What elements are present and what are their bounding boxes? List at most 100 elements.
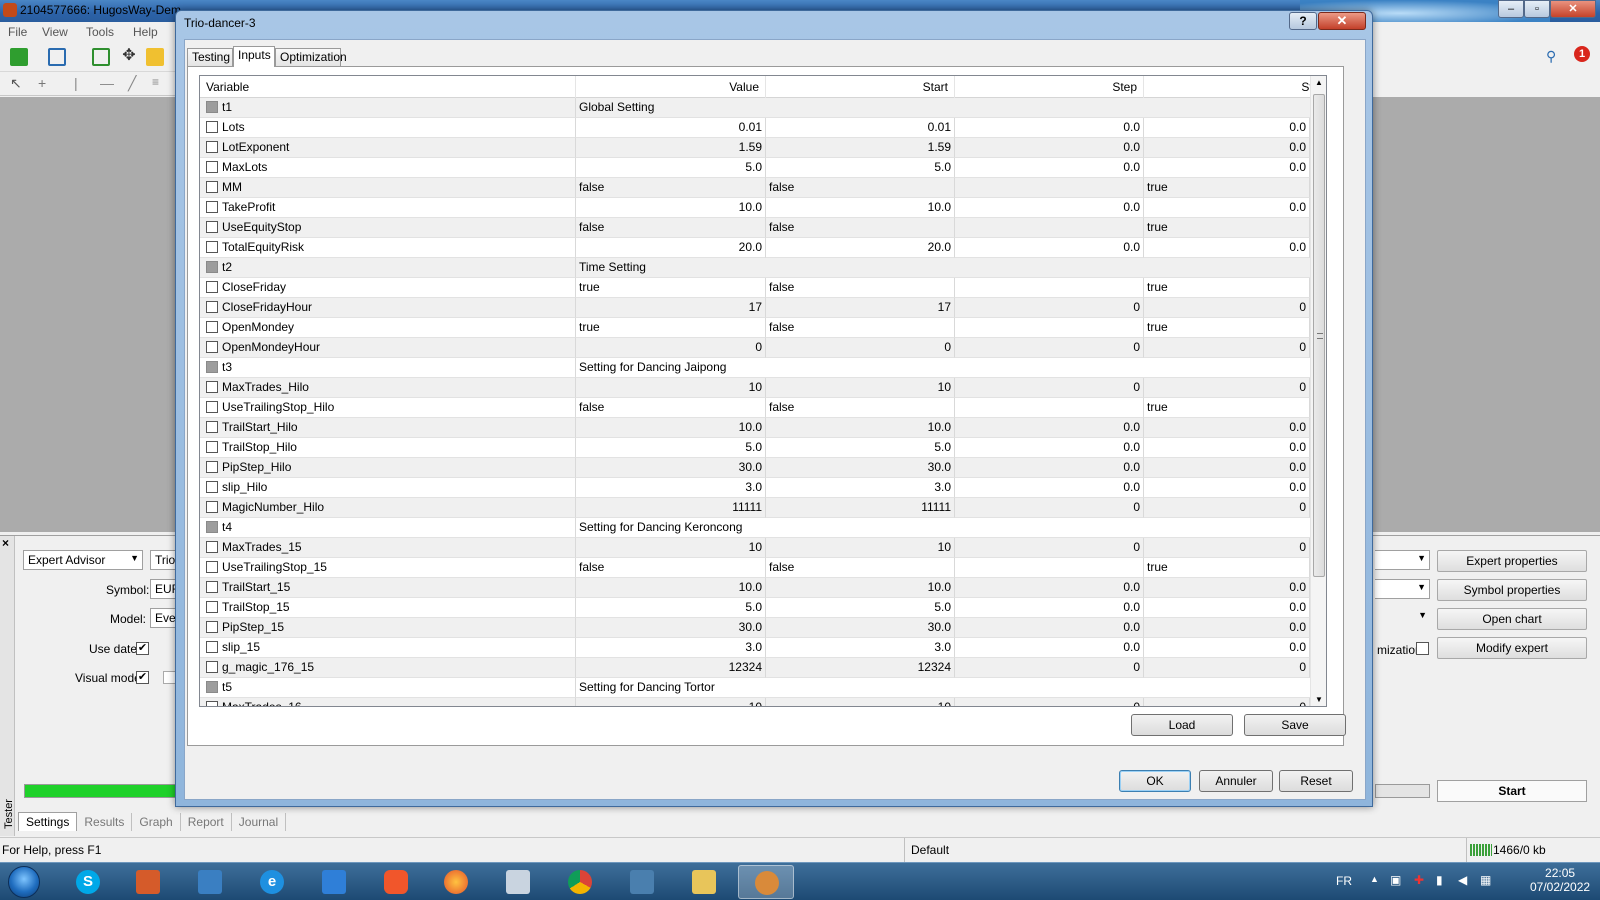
- optimization-checkbox[interactable]: [1416, 642, 1429, 655]
- cell-value[interactable]: 11111: [576, 498, 766, 518]
- maximize-button[interactable]: ▫: [1524, 0, 1550, 18]
- security-icon[interactable]: ✚: [1414, 873, 1424, 887]
- grid-scrollbar[interactable]: ▲ ▼: [1310, 76, 1326, 706]
- optimize-checkbox[interactable]: [206, 521, 218, 533]
- cell-step[interactable]: [955, 318, 1144, 338]
- optimize-checkbox[interactable]: [206, 441, 218, 453]
- optimize-checkbox[interactable]: [206, 241, 218, 253]
- cell-stop[interactable]: 0: [1144, 658, 1310, 678]
- tray-apps-icon[interactable]: ▣: [1390, 873, 1401, 887]
- scroll-up-icon[interactable]: ▲: [1315, 78, 1323, 87]
- cell-start[interactable]: 10.0: [766, 198, 955, 218]
- cancel-button[interactable]: Annuler: [1199, 770, 1273, 792]
- firefox-browser-icon[interactable]: [428, 865, 484, 899]
- table-row[interactable]: MagicNumber_Hilo 11111 11111 0 0: [200, 498, 1310, 518]
- cell-stop[interactable]: 0.0: [1144, 118, 1310, 138]
- cell-stop[interactable]: true: [1144, 558, 1310, 578]
- cell-step[interactable]: 0.0: [955, 198, 1144, 218]
- cursor-icon[interactable]: ↖: [10, 75, 28, 93]
- cell-value[interactable]: Setting for Dancing Keroncong: [576, 518, 1310, 538]
- column-header-stop[interactable]: Stop: [1144, 76, 1326, 98]
- cell-stop[interactable]: 0: [1144, 498, 1310, 518]
- cell-start[interactable]: 3.0: [766, 638, 955, 658]
- table-row[interactable]: LotExponent 1.59 1.59 0.0 0.0: [200, 138, 1310, 158]
- table-row[interactable]: TrailStart_Hilo 10.0 10.0 0.0 0.0: [200, 418, 1310, 438]
- crosshair-move-icon[interactable]: ✥: [120, 48, 138, 66]
- optimize-checkbox[interactable]: [206, 161, 218, 173]
- cell-value[interactable]: 0: [576, 338, 766, 358]
- table-row[interactable]: OpenMondeyHour 0 0 0 0: [200, 338, 1310, 358]
- column-header-step[interactable]: Step: [955, 76, 1144, 98]
- table-row[interactable]: UseEquityStop false false true: [200, 218, 1310, 238]
- cell-start[interactable]: false: [766, 398, 955, 418]
- start-button[interactable]: Start: [1437, 780, 1587, 802]
- network-icon[interactable]: ▮: [1436, 873, 1443, 887]
- skype-app-icon[interactable]: S: [60, 865, 116, 899]
- cell-value[interactable]: 30.0: [576, 618, 766, 638]
- cell-start[interactable]: 10.0: [766, 578, 955, 598]
- cell-step[interactable]: 0.0: [955, 238, 1144, 258]
- cell-start[interactable]: 1.59: [766, 138, 955, 158]
- cell-stop[interactable]: 0: [1144, 698, 1310, 706]
- cell-step[interactable]: 0: [955, 658, 1144, 678]
- cell-stop[interactable]: 0.0: [1144, 578, 1310, 598]
- expert-name-select[interactable]: Trio-: [150, 550, 179, 570]
- cell-stop[interactable]: true: [1144, 218, 1310, 238]
- cell-stop[interactable]: 0.0: [1144, 438, 1310, 458]
- visual-mode-checkbox[interactable]: ✔: [136, 671, 149, 684]
- table-row[interactable]: CloseFriday true false true: [200, 278, 1310, 298]
- cell-step[interactable]: [955, 398, 1144, 418]
- cell-start[interactable]: 17: [766, 298, 955, 318]
- cell-stop[interactable]: 0.0: [1144, 618, 1310, 638]
- ok-button[interactable]: OK: [1119, 770, 1191, 792]
- cell-start[interactable]: 30.0: [766, 458, 955, 478]
- tab-inputs[interactable]: Inputs: [233, 46, 275, 67]
- photos-app-icon[interactable]: [306, 865, 362, 899]
- cell-step[interactable]: 0.0: [955, 638, 1144, 658]
- cell-value[interactable]: 10: [576, 538, 766, 558]
- tray-expand-icon[interactable]: ▲: [1370, 874, 1379, 884]
- cell-step[interactable]: [955, 278, 1144, 298]
- cell-value[interactable]: 3.0: [576, 478, 766, 498]
- modify-expert-button[interactable]: Modify expert: [1437, 637, 1587, 659]
- cell-start[interactable]: 5.0: [766, 158, 955, 178]
- cell-value[interactable]: true: [576, 318, 766, 338]
- optimize-checkbox[interactable]: [206, 181, 218, 193]
- cell-value[interactable]: false: [576, 558, 766, 578]
- tab-optimization[interactable]: Optimization: [275, 48, 347, 66]
- table-row[interactable]: t4 Setting for Dancing Keroncong: [200, 518, 1310, 538]
- table-row[interactable]: MaxTrades_16 10 10 0 0: [200, 698, 1310, 706]
- menu-tools[interactable]: Tools: [86, 25, 114, 39]
- table-row[interactable]: slip_15 3.0 3.0 0.0 0.0: [200, 638, 1310, 658]
- brave-browser-icon[interactable]: [368, 865, 424, 899]
- column-header-variable[interactable]: Variable: [200, 76, 576, 98]
- cell-stop[interactable]: 0: [1144, 538, 1310, 558]
- clock[interactable]: 22:05 07/02/2022: [1530, 866, 1590, 894]
- cell-stop[interactable]: 0: [1144, 338, 1310, 358]
- optimize-checkbox[interactable]: [206, 341, 218, 353]
- cell-start[interactable]: 3.0: [766, 478, 955, 498]
- cell-stop[interactable]: 0.0: [1144, 138, 1310, 158]
- screen-app-icon[interactable]: [614, 865, 670, 899]
- cell-stop[interactable]: 0.0: [1144, 638, 1310, 658]
- notification-badge[interactable]: 1: [1574, 46, 1590, 62]
- period-select[interactable]: ▼: [1375, 550, 1430, 570]
- horizontal-line-icon[interactable]: —: [100, 75, 118, 93]
- table-row[interactable]: MaxTrades_15 10 10 0 0: [200, 538, 1310, 558]
- table-row[interactable]: PipStep_Hilo 30.0 30.0 0.0 0.0: [200, 458, 1310, 478]
- cell-step[interactable]: 0: [955, 338, 1144, 358]
- cell-value[interactable]: 12324: [576, 658, 766, 678]
- optimize-checkbox[interactable]: [206, 481, 218, 493]
- cell-value[interactable]: 10: [576, 698, 766, 706]
- load-button[interactable]: Load: [1131, 714, 1233, 736]
- cell-step[interactable]: 0.0: [955, 438, 1144, 458]
- cell-start[interactable]: false: [766, 558, 955, 578]
- reset-button[interactable]: Reset: [1279, 770, 1353, 792]
- cell-stop[interactable]: 0.0: [1144, 198, 1310, 218]
- search-icon[interactable]: ⚲: [1546, 48, 1564, 66]
- cell-stop[interactable]: true: [1144, 398, 1310, 418]
- cell-start[interactable]: false: [766, 218, 955, 238]
- symbol-properties-button[interactable]: Symbol properties: [1437, 579, 1587, 601]
- new-chart-icon[interactable]: [10, 48, 28, 66]
- cell-start[interactable]: 12324: [766, 658, 955, 678]
